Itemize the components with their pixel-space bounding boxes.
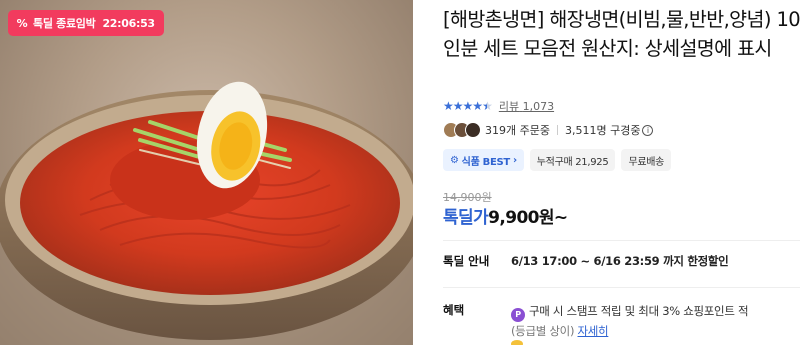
star-rating-icon: ★ ★ ★ ★ ★ bbox=[443, 99, 493, 113]
tag-food-best[interactable]: ⚙ 식품 BEST › bbox=[443, 149, 524, 171]
benefit-label: 혜택 bbox=[443, 303, 465, 317]
benefit-line: 구매 시 스탬프 적립 및 최대 3% 쇼핑포인트 적 bbox=[529, 304, 749, 318]
orders-count: 319개 주문중 bbox=[485, 124, 550, 137]
deal-info-period: 6/13 17:00 ~ 6/16 23:59 까지 한정할인 bbox=[511, 254, 729, 268]
tags-row: ⚙ 식품 BEST › 누적구매 21,925 무료배송 bbox=[443, 149, 672, 171]
deal-price-label: 톡딜가 bbox=[443, 208, 489, 228]
tag-cumulative-purchases: 누적구매 21,925 bbox=[529, 149, 616, 171]
coupon-icon bbox=[511, 340, 523, 345]
avatar bbox=[465, 122, 481, 138]
deal-price: 톡딜가 9,900원~ bbox=[443, 203, 568, 228]
point-icon: P bbox=[511, 308, 525, 322]
deal-badge-label: 톡딜 종료임박 bbox=[33, 17, 96, 30]
divider bbox=[443, 240, 800, 241]
rating-row[interactable]: ★ ★ ★ ★ ★ 리뷰 1,073 bbox=[443, 98, 554, 114]
tag-label: 식품 BEST bbox=[461, 156, 511, 168]
deal-info-row: 톡딜 안내 6/13 17:00 ~ 6/16 23:59 까지 한정할인 bbox=[443, 253, 729, 269]
benefit-detail-link[interactable]: 자세히 bbox=[578, 324, 609, 338]
percent-tag-icon: % bbox=[16, 16, 28, 30]
review-link[interactable]: 리뷰 1,073 bbox=[499, 98, 554, 114]
naengmyeon-photo bbox=[0, 81, 413, 345]
product-image: % 톡딜 종료임박 22:06:53 bbox=[0, 0, 413, 345]
gear-icon: ⚙ bbox=[450, 154, 459, 166]
benefit-note: (등급별 상이) bbox=[511, 324, 575, 338]
info-icon[interactable]: i bbox=[642, 124, 654, 136]
divider bbox=[443, 287, 800, 288]
deal-countdown: 22:06:53 bbox=[102, 16, 155, 30]
product-info-panel: [해방촌냉면] 해장냉면(비빔,물,반반,양념) 10인분 세트 모음전 원산지… bbox=[443, 0, 800, 345]
tag-free-shipping: 무료배송 bbox=[621, 149, 672, 171]
deal-price-value: 9,900원~ bbox=[488, 208, 568, 228]
review-count: 1,073 bbox=[522, 100, 555, 113]
buyer-avatars bbox=[443, 122, 481, 138]
viewers-count: 3,511명 구경중 bbox=[564, 124, 641, 137]
divider bbox=[556, 125, 558, 135]
deal-info-label: 톡딜 안내 bbox=[443, 254, 490, 268]
benefit-row: 혜택 P 구매 시 스탬프 적립 및 최대 3% 쇼핑포인트 적 (등급별 상이)… bbox=[443, 302, 749, 340]
review-label: 리뷰 bbox=[498, 100, 520, 113]
social-proof-row: 319개 주문중 3,511명 구경중 i bbox=[443, 122, 654, 138]
product-title: [해방촌냉면] 해장냉면(비빔,물,반반,양념) 10인분 세트 모음전 원산지… bbox=[443, 8, 800, 60]
deal-ending-badge: % 톡딜 종료임박 22:06:53 bbox=[8, 10, 164, 36]
chevron-right-icon: › bbox=[512, 154, 517, 166]
